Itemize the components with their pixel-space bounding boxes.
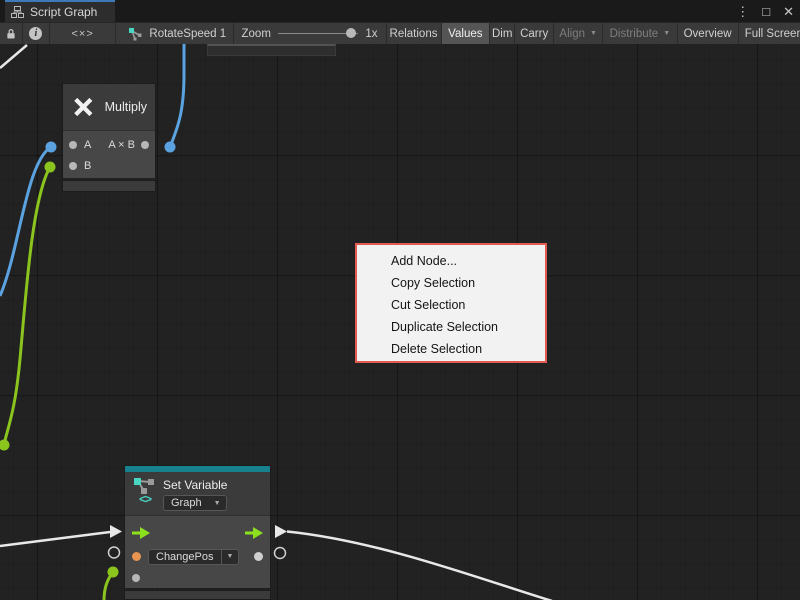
multiply-row-a: A A × B [63, 134, 155, 155]
edit-source-button[interactable]: <×> [50, 23, 117, 44]
breadcrumb-label: RotateSpeed 1 [149, 28, 226, 40]
multiply-icon [71, 94, 96, 120]
port-dot-a-input[interactable] [46, 142, 57, 153]
align-menu-button[interactable]: Align ▼ [554, 23, 603, 44]
overview-button[interactable]: Overview [678, 23, 739, 44]
port-a-label: A [84, 139, 91, 151]
distribute-menu-button[interactable]: Distribute ▼ [603, 23, 677, 44]
graph-hierarchy-icon [11, 6, 24, 18]
variable-input-port[interactable] [132, 552, 141, 561]
window-menu-button[interactable]: ⋮ [736, 5, 749, 18]
graph-toolbar: i <×> RotateSpeed 1 Zoom 1x Relations Va… [0, 22, 800, 44]
toggle-carry[interactable]: Carry [515, 23, 554, 44]
port-a[interactable] [69, 141, 77, 149]
setvar-value-row: ChangePos ▼ [125, 545, 270, 568]
multiply-title: Multiply [105, 100, 147, 114]
chevron-down-icon: ▼ [663, 30, 670, 37]
port-out[interactable] [141, 141, 149, 149]
flow-arrowhead-in[interactable] [110, 525, 122, 538]
info-icon: i [29, 27, 42, 40]
code-icon: <×> [71, 28, 93, 40]
zoom-label: Zoom [242, 28, 271, 40]
chevron-down-icon: ▼ [590, 30, 597, 37]
toggle-relations[interactable]: Relations [387, 23, 442, 44]
angle-brackets-icon: <> [139, 492, 151, 506]
lock-icon [6, 28, 16, 40]
port-out-label: A × B [108, 139, 135, 151]
chevron-down-icon: ▼ [209, 500, 226, 507]
chevron-down-icon: ▼ [221, 550, 239, 564]
variable-name-dropdown[interactable]: ChangePos ▼ [148, 549, 239, 565]
port-dot-axb-output[interactable] [165, 142, 176, 153]
wire-green-endpoint[interactable] [0, 440, 10, 451]
full-screen-label: Full Screen [745, 28, 800, 40]
multiply-footer [63, 181, 155, 191]
zoom-slider[interactable] [278, 33, 358, 34]
setvar-title: Set Variable [163, 478, 227, 492]
distribute-label: Distribute [610, 28, 659, 40]
script-graph-icon [128, 27, 143, 41]
value-input-port[interactable] [132, 574, 140, 582]
toggle-dim[interactable]: Dim [490, 23, 515, 44]
inspect-button[interactable]: i [23, 23, 50, 44]
zoom-slider-knob[interactable] [346, 28, 356, 38]
tab-label: Script Graph [30, 5, 97, 19]
value-output-port[interactable] [254, 552, 263, 561]
unconnected-port-left[interactable] [109, 547, 120, 558]
node-set-variable[interactable]: <> Set Variable Graph ▼ [125, 466, 270, 599]
graph-breadcrumb[interactable]: RotateSpeed 1 [116, 23, 233, 44]
unconnected-port-right[interactable] [275, 548, 286, 559]
port-b[interactable] [69, 162, 77, 170]
setvar-header[interactable]: <> Set Variable Graph ▼ [125, 472, 270, 515]
multiply-body: A A × B B [63, 130, 155, 178]
port-dot-b-input[interactable] [45, 162, 56, 173]
wire-blue-into-a [0, 147, 51, 296]
menu-item-delete-selection[interactable]: Delete Selection [357, 338, 545, 360]
menu-item-cut-selection[interactable]: Cut Selection [357, 294, 545, 316]
setvar-flow-row [125, 520, 270, 545]
wire-white-into-setvar [0, 532, 110, 546]
menu-item-add-node[interactable]: Add Node... [357, 250, 545, 272]
overview-label: Overview [684, 28, 732, 40]
align-label: Align [559, 28, 585, 40]
window-controls: ⋮ □ ✕ [736, 0, 794, 22]
window-tab-bar: Script Graph ⋮ □ ✕ [0, 0, 800, 22]
wire-white-out-setvar [287, 532, 552, 600]
wire-white-topleft [0, 45, 27, 68]
variable-scope-dropdown[interactable]: Graph ▼ [163, 495, 227, 511]
toggle-dim-label: Dim [492, 28, 512, 40]
full-screen-button[interactable]: Full Screen [739, 23, 800, 44]
menu-item-duplicate-selection[interactable]: Duplicate Selection [357, 316, 545, 338]
wire-blue-output-up [170, 44, 184, 147]
tab-script-graph[interactable]: Script Graph [5, 0, 115, 22]
multiply-header[interactable]: Multiply [63, 84, 155, 130]
port-b-label: B [84, 160, 91, 172]
graph-canvas[interactable]: Multiply A A × B B [0, 44, 800, 600]
wire-green-into-b [4, 167, 50, 445]
scope-label: Graph [164, 496, 209, 510]
toggle-relations-label: Relations [390, 28, 438, 40]
flow-out-port[interactable] [245, 527, 263, 539]
lock-button[interactable] [0, 23, 23, 44]
setvar-third-row [125, 568, 270, 588]
flow-arrowhead-out[interactable] [275, 525, 287, 538]
close-button[interactable]: ✕ [783, 5, 794, 18]
toggle-carry-label: Carry [520, 28, 548, 40]
menu-item-copy-selection[interactable]: Copy Selection [357, 272, 545, 294]
toggle-values[interactable]: Values [442, 23, 491, 44]
node-multiply[interactable]: Multiply A A × B B [63, 84, 155, 191]
setvar-body: ChangePos ▼ [125, 515, 270, 588]
set-variable-icon: <> [131, 477, 159, 506]
variable-name-label: ChangePos [149, 550, 221, 564]
toggle-values-label: Values [448, 28, 482, 40]
partial-node-top[interactable] [207, 44, 336, 56]
multiply-row-b: B [63, 155, 155, 176]
flow-in-port[interactable] [132, 527, 150, 539]
context-menu: Add Node... Copy Selection Cut Selection… [355, 243, 547, 363]
port-dot-setvar-green[interactable] [108, 567, 119, 578]
maximize-button[interactable]: □ [762, 5, 770, 18]
zoom-value: 1x [365, 28, 377, 40]
setvar-footer [125, 591, 270, 599]
zoom-control: Zoom 1x [234, 23, 387, 44]
